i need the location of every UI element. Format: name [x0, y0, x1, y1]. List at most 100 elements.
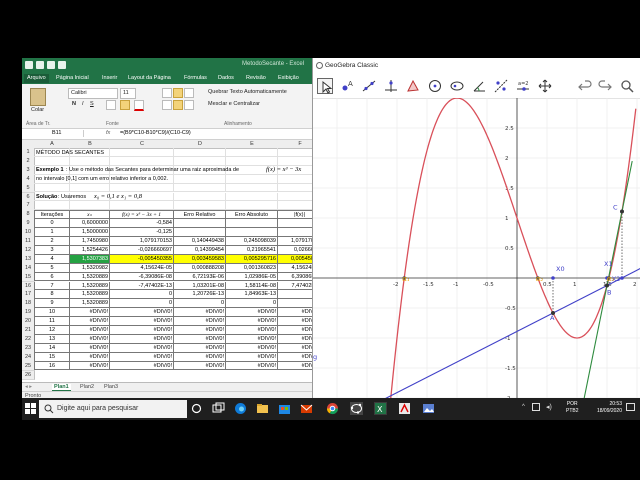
windows-start-icon[interactable]: [24, 402, 37, 415]
reflect-tool-icon[interactable]: [493, 78, 509, 94]
table-cell[interactable]: #DIV/0!: [226, 343, 278, 353]
table-cell[interactable]: 0,245098039: [226, 237, 278, 246]
task-view-icon[interactable]: [190, 402, 203, 415]
align-bottom-icon[interactable]: [184, 88, 194, 98]
empty-cell[interactable]: [278, 175, 312, 184]
table-cell[interactable]: #DIV/0!: [226, 334, 278, 344]
table-cell[interactable]: #DIV/0!: [110, 352, 174, 362]
table-cell[interactable]: 0,001360823: [226, 263, 278, 273]
table-cell[interactable]: -7,47402E-13: [110, 281, 174, 291]
volume-icon[interactable]: ◂): [546, 403, 552, 411]
table-cell[interactable]: 8: [34, 290, 70, 300]
table-cell[interactable]: 5: [34, 263, 70, 273]
formula-input[interactable]: =(B9*C10-B10*C9)/(C10-C9): [120, 130, 191, 136]
empty-cell[interactable]: [278, 184, 312, 193]
table-cell[interactable]: 15: [34, 352, 70, 362]
table-cell[interactable]: 1,5320889: [70, 299, 110, 309]
empty-cell[interactable]: [278, 201, 312, 211]
align-right-icon[interactable]: [184, 100, 194, 110]
align-middle-icon[interactable]: [173, 88, 183, 98]
fill-color-icon[interactable]: [120, 100, 130, 110]
table-cell[interactable]: 4,15624E-0: [278, 264, 312, 273]
table-cell[interactable]: #DIV/0!: [174, 308, 226, 318]
table-cell[interactable]: 6,72193E-06: [174, 272, 226, 282]
table-cell[interactable]: 1,5254426: [70, 245, 110, 255]
table-cell[interactable]: #DIV/0!: [174, 317, 226, 326]
align-left-icon[interactable]: [162, 100, 172, 110]
paste-label[interactable]: Colar: [31, 107, 44, 113]
name-box[interactable]: B11: [24, 130, 84, 137]
table-cell[interactable]: 0,003459583: [174, 254, 226, 264]
circle-tool-icon[interactable]: [427, 78, 443, 94]
empty-cell[interactable]: [110, 156, 174, 166]
empty-cell[interactable]: [278, 157, 312, 166]
table-cell[interactable]: #DIV/0!: [70, 361, 110, 371]
font-color-icon[interactable]: [134, 100, 144, 111]
table-cell[interactable]: 14: [34, 343, 70, 353]
table-cell[interactable]: -0,584: [110, 219, 174, 229]
table-cell[interactable]: -0,005450355: [110, 254, 174, 264]
fx-icon[interactable]: fx: [106, 130, 110, 136]
table-cell[interactable]: #DIV/0!: [110, 308, 174, 318]
tab-layout[interactable]: Layout da Página: [128, 75, 171, 81]
wrap-text-button[interactable]: Quebrar Texto Automaticamente: [208, 89, 287, 95]
table-cell[interactable]: 0,14399454: [174, 245, 226, 255]
empty-cell[interactable]: [34, 183, 70, 193]
table-cell[interactable]: 2: [34, 237, 70, 246]
taskbar-clock[interactable]: 20:53 18/09/2020: [588, 401, 622, 415]
search-icon[interactable]: [619, 78, 635, 94]
table-cell[interactable]: 1: [34, 228, 70, 237]
empty-cell[interactable]: [70, 156, 110, 166]
tab-formulas[interactable]: Fórmulas: [184, 75, 207, 81]
empty-cell[interactable]: [174, 201, 226, 211]
tab-arquivo[interactable]: Arquivo: [24, 74, 49, 83]
table-cell[interactable]: [226, 219, 278, 229]
table-cell[interactable]: 0: [226, 299, 278, 309]
redo-icon[interactable]: [58, 61, 66, 69]
table-cell[interactable]: 11: [34, 317, 70, 326]
table-cell[interactable]: #DIV/0!: [278, 353, 312, 362]
table-cell[interactable]: 0: [110, 290, 174, 300]
empty-cell[interactable]: [226, 174, 278, 184]
excel-taskbar-icon[interactable]: X: [374, 402, 387, 415]
table-cell[interactable]: 6: [34, 272, 70, 282]
undo-icon[interactable]: [47, 61, 55, 69]
table-cell[interactable]: #DIV/0!: [174, 352, 226, 362]
table-cell[interactable]: #DIV/0!: [226, 317, 278, 326]
empty-cell[interactable]: [226, 183, 278, 193]
mail-icon[interactable]: [300, 402, 313, 415]
empty-cell[interactable]: [70, 183, 110, 193]
redo-icon[interactable]: [597, 78, 613, 94]
table-cell[interactable]: #DIV/0!: [70, 317, 110, 326]
table-cell[interactable]: 0,6000000: [70, 219, 110, 229]
table-cell[interactable]: 13: [34, 334, 70, 344]
table-cell[interactable]: [278, 219, 312, 229]
table-cell[interactable]: 0,00545035: [278, 254, 312, 264]
edge-icon[interactable]: [234, 402, 247, 415]
acrobat-icon[interactable]: [398, 402, 411, 415]
table-cell[interactable]: 4,15624E-05: [110, 263, 174, 273]
tab-dados[interactable]: Dados: [218, 75, 234, 81]
table-cell[interactable]: 1,079170153: [110, 237, 174, 246]
table-cell[interactable]: #DIV/0!: [70, 308, 110, 318]
save-icon[interactable]: [36, 61, 44, 69]
line-tool-icon[interactable]: [361, 78, 377, 94]
geogebra-taskbar-icon[interactable]: [350, 402, 363, 415]
table-cell[interactable]: 0: [278, 299, 312, 309]
table-cell[interactable]: [174, 219, 226, 229]
empty-cell[interactable]: [278, 148, 312, 157]
table-cell[interactable]: #DIV/0!: [110, 361, 174, 371]
empty-cell[interactable]: [110, 148, 174, 157]
table-cell[interactable]: 1,58114E-08: [226, 281, 278, 291]
empty-cell[interactable]: [174, 174, 226, 184]
table-cell[interactable]: #DIV/0!: [70, 334, 110, 344]
chrome-icon[interactable]: [326, 402, 339, 415]
empty-cell[interactable]: [278, 193, 312, 202]
slider-tool-icon[interactable]: a=2: [515, 78, 531, 94]
table-cell[interactable]: #DIV/0!: [174, 361, 226, 371]
sheet-tab-plan2[interactable]: Plan2: [80, 384, 94, 390]
paste-icon[interactable]: [30, 88, 46, 106]
table-cell[interactable]: -0,026660697: [110, 245, 174, 255]
table-cell[interactable]: #DIV/0!: [278, 317, 312, 326]
perpendicular-tool-icon[interactable]: [383, 78, 399, 94]
